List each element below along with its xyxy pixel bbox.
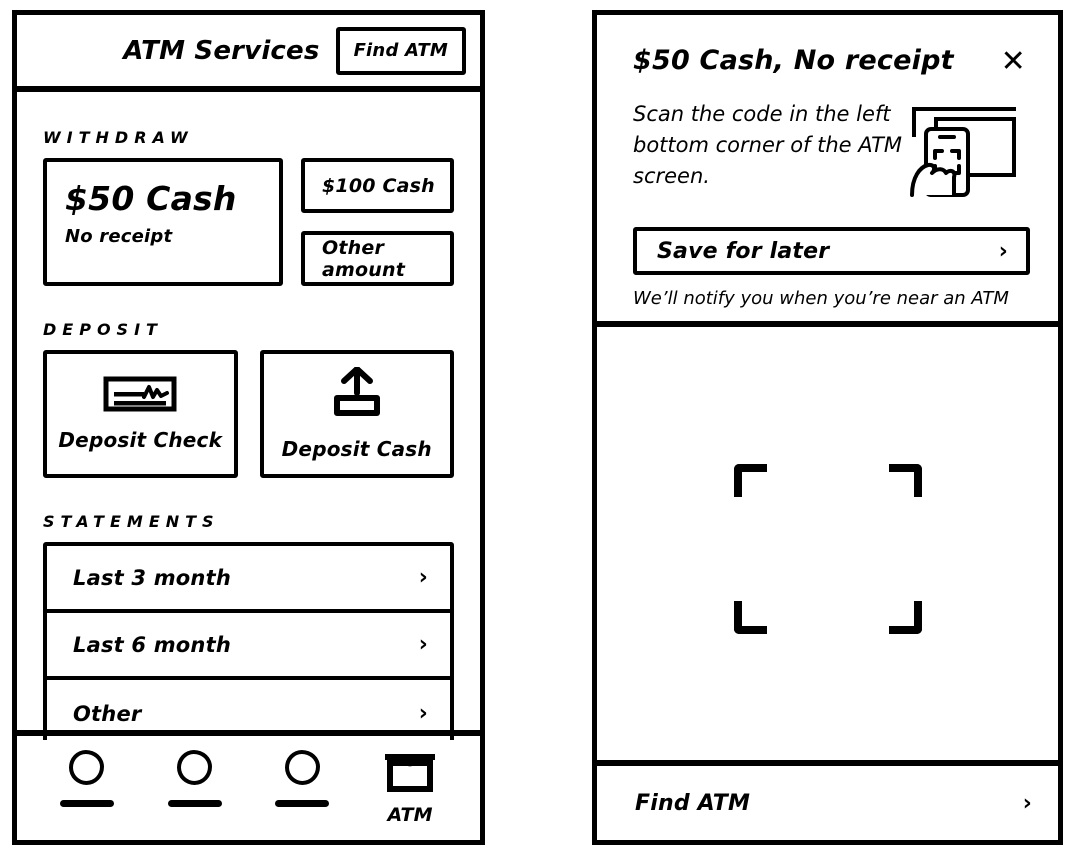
statement-label: Other: [73, 701, 142, 726]
withdraw-50-amount: $50 Cash: [65, 179, 237, 218]
placeholder-blob-icon: [69, 750, 105, 785]
chevron-right-icon: ›: [418, 632, 428, 657]
scan-instructions-text: Scan the code in the left bottom corner …: [633, 102, 903, 189]
scan-instructions-panel: $50 Cash, No receipt ✕ Scan the code in …: [597, 15, 1058, 327]
chevron-right-icon: ›: [998, 238, 1008, 264]
chevron-right-icon: ›: [418, 565, 428, 590]
scan-title-row: $50 Cash, No receipt ✕: [633, 45, 1030, 77]
deposit-check-card[interactable]: Deposit Check: [43, 350, 238, 478]
atm-machine-icon: [382, 750, 438, 796]
withdraw-50-cash-card[interactable]: $50 Cash No receipt: [43, 158, 283, 286]
deposit-cash-label: Deposit Cash: [281, 437, 432, 461]
placeholder-line-icon: [59, 800, 114, 807]
withdraw-options: $50 Cash No receipt $100 Cash Other amou…: [43, 158, 454, 286]
viewfinder-corner-top-right-icon: [888, 463, 922, 497]
tab-item-atm-label: ATM: [387, 804, 433, 826]
atm-services-screen: ATM Services Find ATM WITHDRAW $50 Cash …: [12, 10, 485, 845]
withdraw-other-amount-button[interactable]: Other amount: [301, 231, 454, 286]
deposit-cash-card[interactable]: Deposit Cash: [259, 350, 454, 478]
placeholder-line-icon: [275, 800, 330, 807]
find-atm-row[interactable]: Find ATM ›: [597, 760, 1058, 840]
check-icon: [103, 376, 177, 416]
chevron-right-icon: ›: [1022, 790, 1032, 816]
placeholder-blob-icon: [177, 750, 213, 785]
section-label-statements: STATEMENTS: [43, 512, 220, 531]
page-title: ATM Services: [123, 35, 320, 66]
tab-item-atm[interactable]: ATM: [367, 744, 453, 826]
scan-atm-code-screen: $50 Cash, No receipt ✕ Scan the code in …: [592, 10, 1063, 845]
withdraw-50-subtitle: No receipt: [65, 225, 173, 247]
scan-title: $50 Cash, No receipt: [633, 45, 954, 76]
find-atm-label: Find ATM: [635, 790, 751, 816]
header-bar: ATM Services Find ATM: [17, 15, 480, 92]
hand-holding-phone-scanning-screen-icon: [908, 103, 1022, 203]
withdraw-100-cash-button[interactable]: $100 Cash: [301, 158, 454, 213]
viewfinder-corner-bottom-right-icon: [888, 600, 922, 634]
viewfinder-corner-bottom-left-icon: [733, 600, 767, 634]
viewfinder-corner-top-left-icon: [733, 463, 767, 497]
placeholder-line-icon: [167, 800, 222, 807]
statements-list: Last 3 month › Last 6 month › Other ›: [43, 542, 454, 740]
wireframe-canvas: ATM Services Find ATM WITHDRAW $50 Cash …: [0, 0, 1080, 860]
scan-viewfinder-brackets: [733, 463, 922, 634]
statement-row-last-3-month[interactable]: Last 3 month ›: [47, 546, 450, 613]
statement-label: Last 3 month: [73, 565, 231, 590]
tab-item-1[interactable]: [44, 744, 130, 822]
save-for-later-label: Save for later: [657, 238, 830, 264]
save-for-later-hint: We’ll notify you when you’re near an ATM: [633, 288, 1009, 309]
chevron-right-icon: ›: [418, 701, 428, 726]
section-label-withdraw: WITHDRAW: [43, 128, 194, 147]
scan-instruction-row: Scan the code in the left bottom corner …: [633, 99, 1030, 203]
statement-row-last-6-month[interactable]: Last 6 month ›: [47, 613, 450, 680]
deposit-check-label: Deposit Check: [58, 428, 223, 452]
camera-scanner-area[interactable]: [597, 327, 1058, 770]
close-icon[interactable]: ✕: [1001, 47, 1026, 77]
placeholder-blob-icon: [284, 750, 320, 785]
tab-item-2[interactable]: [152, 744, 238, 822]
bottom-tab-bar: ATM: [17, 730, 480, 840]
deposit-options: Deposit Check Deposit Cash: [43, 350, 454, 478]
section-label-deposit: DEPOSIT: [43, 320, 163, 339]
find-atm-button[interactable]: Find ATM: [335, 26, 466, 75]
tab-item-3[interactable]: [259, 744, 345, 822]
cash-deposit-icon: [328, 366, 386, 425]
statement-label: Last 6 month: [73, 632, 231, 657]
screen-content: WITHDRAW $50 Cash No receipt $100 Cash O…: [17, 92, 480, 740]
withdraw-secondary-options: $100 Cash Other amount: [301, 158, 454, 286]
save-for-later-button[interactable]: Save for later ›: [633, 227, 1030, 275]
